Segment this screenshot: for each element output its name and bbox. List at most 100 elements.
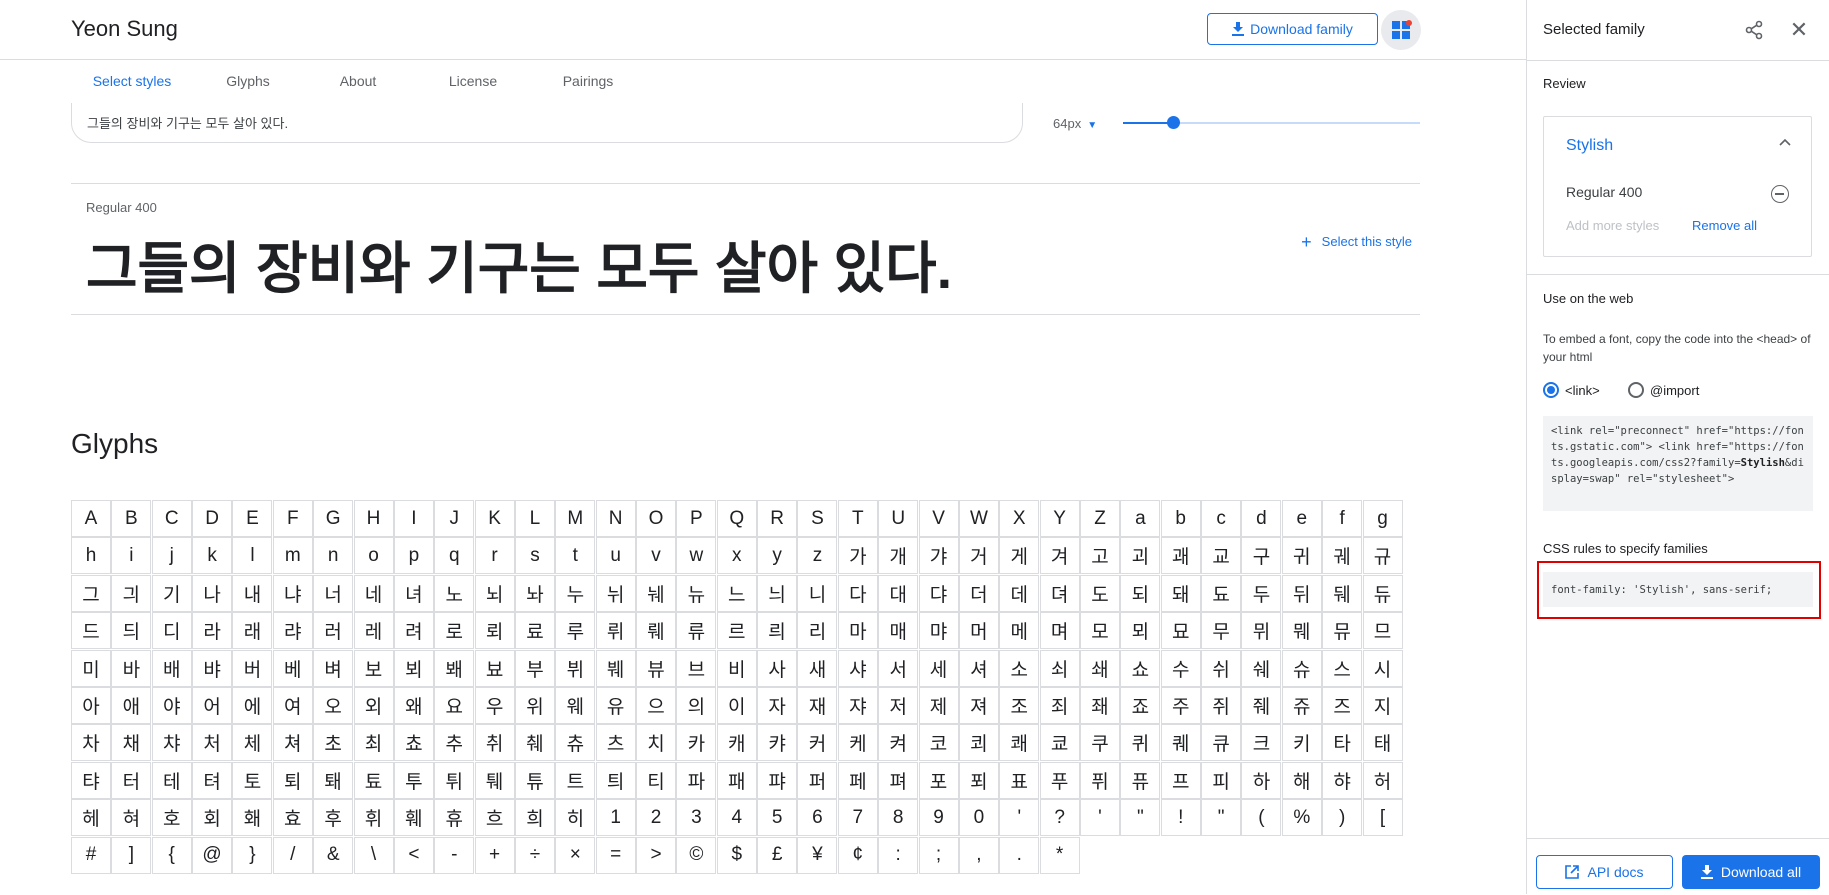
glyph-cell[interactable]: 세 xyxy=(918,649,959,687)
glyph-cell[interactable]: 아 xyxy=(71,687,111,724)
glyph-cell[interactable]: 로 xyxy=(434,612,475,650)
glyph-cell[interactable]: 뱌 xyxy=(192,649,233,687)
glyph-cell[interactable]: 자 xyxy=(757,687,798,724)
glyph-cell[interactable]: 어 xyxy=(192,687,233,724)
glyph-cell[interactable]: ' xyxy=(1080,799,1120,837)
glyph-cell[interactable]: 라 xyxy=(192,612,233,650)
glyph-cell[interactable]: g xyxy=(1362,500,1403,537)
glyph-cell[interactable]: 텨 xyxy=(192,761,233,799)
glyph-cell[interactable]: s xyxy=(514,537,555,575)
glyph-cell[interactable]: & xyxy=(313,836,354,874)
glyph-cell[interactable]: 포 xyxy=(918,761,959,799)
glyph-cell[interactable]: F xyxy=(272,500,313,537)
glyph-cell[interactable]: 미 xyxy=(71,649,111,687)
font-size-slider[interactable] xyxy=(1123,116,1420,129)
font-size-select[interactable]: 64px ▼ xyxy=(1053,116,1097,131)
glyph-cell[interactable]: 오 xyxy=(313,687,354,724)
glyph-cell[interactable]: 래 xyxy=(232,612,273,650)
glyph-cell[interactable]: 틔 xyxy=(595,761,636,799)
glyph-cell[interactable]: 셔 xyxy=(958,649,999,687)
glyph-cell[interactable]: 혀 xyxy=(111,799,152,837)
glyph-cell[interactable]: m xyxy=(272,537,313,575)
glyph-cell[interactable]: : xyxy=(878,836,919,874)
glyph-cell[interactable]: 9 xyxy=(918,799,959,837)
glyph-cell[interactable]: © xyxy=(676,836,717,874)
glyph-cell[interactable]: t xyxy=(555,537,596,575)
glyph-cell[interactable]: 쥐 xyxy=(1201,687,1242,724)
glyph-cell[interactable]: ¢ xyxy=(837,836,878,874)
glyph-cell[interactable]: # xyxy=(71,836,111,874)
glyph-cell[interactable]: 쥬 xyxy=(1281,687,1322,724)
glyph-cell[interactable]: 쇼 xyxy=(1120,649,1161,687)
glyph-cell[interactable]: 뤠 xyxy=(636,612,677,650)
glyph-cell[interactable]: 여 xyxy=(272,687,313,724)
glyph-cell[interactable]: 쿠 xyxy=(1080,724,1120,762)
glyph-cell[interactable]: 괴 xyxy=(1120,537,1161,575)
glyph-cell[interactable]: 모 xyxy=(1080,612,1120,650)
glyph-cell[interactable]: < xyxy=(393,836,434,874)
glyph-cell[interactable]: 샤 xyxy=(837,649,878,687)
glyph-cell[interactable]: 7 xyxy=(837,799,878,837)
glyph-cell[interactable]: 왜 xyxy=(393,687,434,724)
glyph-cell[interactable]: 프 xyxy=(1160,761,1201,799)
glyph-cell[interactable]: 처 xyxy=(192,724,233,762)
remove-all-button[interactable]: Remove all xyxy=(1692,218,1757,233)
glyph-cell[interactable]: 켜 xyxy=(878,724,919,762)
glyph-cell[interactable]: 슈 xyxy=(1281,649,1322,687)
glyph-cell[interactable]: 토 xyxy=(232,761,273,799)
glyph-cell[interactable]: 해 xyxy=(1281,761,1322,799)
glyph-cell[interactable]: 나 xyxy=(192,574,233,612)
download-family-button[interactable]: Download family xyxy=(1207,13,1378,45)
glyph-cell[interactable]: 보 xyxy=(353,649,394,687)
glyph-cell[interactable]: 하 xyxy=(1241,761,1282,799)
tab-pairings[interactable]: Pairings xyxy=(533,59,643,103)
glyph-cell[interactable]: 휴 xyxy=(434,799,475,837)
glyph-cell[interactable]: 퓨 xyxy=(1120,761,1161,799)
css-rule-code[interactable]: font-family: 'Stylish', sans-serif; xyxy=(1543,572,1813,607)
glyph-cell[interactable]: 파 xyxy=(676,761,717,799)
glyph-cell[interactable]: 봬 xyxy=(434,649,475,687)
glyph-cell[interactable]: 죠 xyxy=(1120,687,1161,724)
glyph-cell[interactable]: Z xyxy=(1080,500,1120,537)
glyph-cell[interactable]: 메 xyxy=(999,612,1040,650)
glyph-cell[interactable]: 듸 xyxy=(111,612,152,650)
glyph-cell[interactable]: M xyxy=(555,500,596,537)
glyph-cell[interactable]: { xyxy=(151,836,192,874)
glyph-cell[interactable]: 주 xyxy=(1160,687,1201,724)
glyph-cell[interactable]: 애 xyxy=(111,687,152,724)
tab-about[interactable]: About xyxy=(303,59,413,103)
glyph-cell[interactable]: 디 xyxy=(151,612,192,650)
glyph-cell[interactable]: 터 xyxy=(111,761,152,799)
glyph-cell[interactable]: k xyxy=(192,537,233,575)
remove-circle-icon[interactable] xyxy=(1771,185,1789,203)
glyph-cell[interactable]: 사 xyxy=(757,649,798,687)
glyph-cell[interactable]: 벼 xyxy=(313,649,354,687)
glyph-cell[interactable]: 이 xyxy=(716,687,757,724)
glyph-cell[interactable]: 커 xyxy=(797,724,838,762)
glyph-cell[interactable]: 바 xyxy=(111,649,152,687)
embed-code-box[interactable]: <link rel="preconnect" href="https://fon… xyxy=(1543,416,1813,511)
glyph-cell[interactable]: 묘 xyxy=(1160,612,1201,650)
glyph-cell[interactable]: 위 xyxy=(514,687,555,724)
glyph-cell[interactable]: ; xyxy=(918,836,959,874)
glyph-cell[interactable]: Y xyxy=(1039,500,1080,537)
glyph-cell[interactable]: S xyxy=(797,500,838,537)
glyph-cell[interactable]: 쵸 xyxy=(393,724,434,762)
glyph-cell[interactable]: p xyxy=(393,537,434,575)
glyph-cell[interactable]: V xyxy=(918,500,959,537)
glyph-cell[interactable]: 두 xyxy=(1241,574,1282,612)
glyph-cell[interactable]: 우 xyxy=(474,687,515,724)
glyph-cell[interactable]: 0 xyxy=(958,799,999,837)
glyph-cell[interactable]: £ xyxy=(757,836,798,874)
glyph-cell[interactable]: 뤼 xyxy=(595,612,636,650)
glyph-cell[interactable]: 다 xyxy=(837,574,878,612)
glyph-cell[interactable]: 네 xyxy=(353,574,394,612)
glyph-cell[interactable]: 더 xyxy=(958,574,999,612)
glyph-cell[interactable]: 츠 xyxy=(595,724,636,762)
glyph-cell[interactable]: 투 xyxy=(393,761,434,799)
glyph-cell[interactable]: 겨 xyxy=(1039,537,1080,575)
glyph-cell[interactable]: 6 xyxy=(797,799,838,837)
glyph-cell[interactable]: 러 xyxy=(313,612,354,650)
glyph-cell[interactable]: R xyxy=(757,500,798,537)
glyph-cell[interactable]: 뵈 xyxy=(393,649,434,687)
